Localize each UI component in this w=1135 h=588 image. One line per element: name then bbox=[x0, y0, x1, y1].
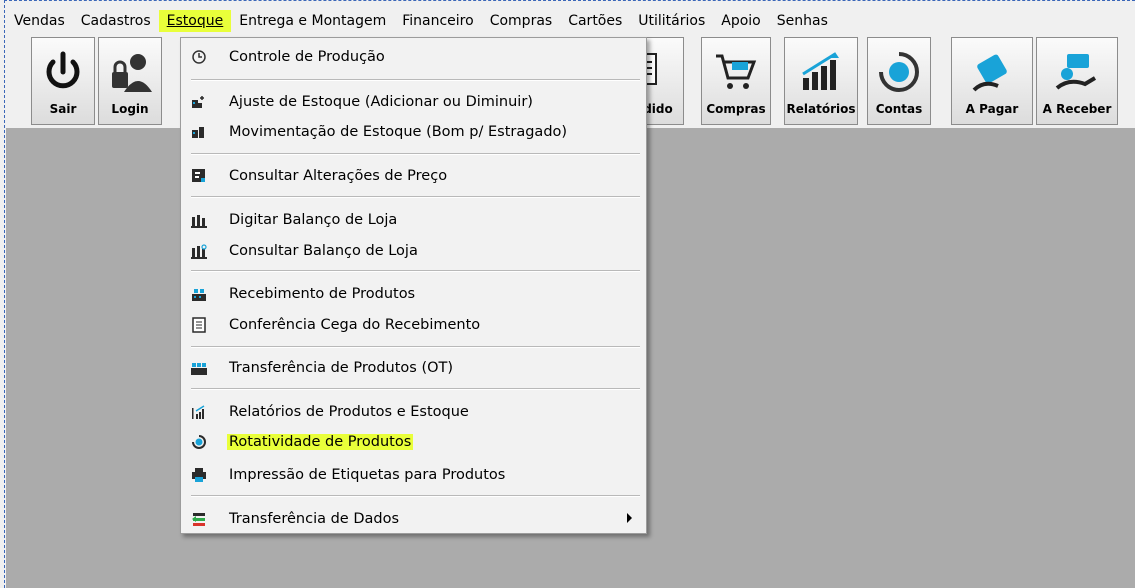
menu-item-label: Transferência de Dados bbox=[229, 511, 400, 527]
menu-item-label: Impressão de Etiquetas para Produtos bbox=[229, 467, 506, 483]
menu-item-label: Transferência de Produtos (OT) bbox=[229, 360, 454, 376]
menu-item-label: Ajuste de Estoque (Adicionar ou Diminuir… bbox=[229, 94, 533, 110]
login-button[interactable]: Login bbox=[98, 37, 162, 125]
menu-item-controle-producao[interactable]: Controle de Produção bbox=[181, 44, 646, 70]
pedido-label: dido bbox=[643, 102, 673, 116]
menu-financeiro[interactable]: Financeiro bbox=[394, 10, 481, 32]
menu-entrega-montagem[interactable]: Entrega e Montagem bbox=[231, 10, 394, 32]
menu-item-impressao-etiquetas[interactable]: Impressão de Etiquetas para Produtos bbox=[181, 462, 646, 488]
menu-item-label: Controle de Produção bbox=[229, 49, 385, 65]
menu-item-label: Relatórios de Produtos e Estoque bbox=[229, 404, 469, 420]
menu-cadastros[interactable]: Cadastros bbox=[73, 10, 159, 32]
a-pagar-label: A Pagar bbox=[965, 102, 1019, 116]
checklist-icon bbox=[192, 317, 206, 333]
a-pagar-button[interactable]: A Pagar bbox=[951, 37, 1033, 125]
menu-item-label-highlighted: Rotatividade de Produtos bbox=[227, 434, 414, 450]
data-transfer-icon bbox=[192, 513, 205, 526]
menu-apoio[interactable]: Apoio bbox=[713, 10, 768, 32]
a-receber-button[interactable]: A Receber bbox=[1036, 37, 1118, 125]
login-label: Login bbox=[111, 102, 149, 116]
menu-separator bbox=[191, 79, 640, 81]
window-border-left bbox=[4, 0, 5, 588]
menu-item-digitar-balanco[interactable]: Digitar Balanço de Loja bbox=[181, 207, 646, 233]
menu-item-transferencia-dados[interactable]: Transferência de Dados bbox=[181, 506, 646, 532]
contas-label: Contas bbox=[875, 102, 923, 116]
menu-item-label: Conferência Cega do Recebimento bbox=[229, 317, 481, 333]
menu-item-label: Consultar Balanço de Loja bbox=[229, 243, 418, 259]
menu-item-transferencia-produtos[interactable]: Transferência de Produtos (OT) bbox=[181, 355, 646, 381]
transfer-icon bbox=[191, 363, 207, 375]
pay-money-icon bbox=[972, 54, 1007, 92]
balance-search-icon bbox=[191, 244, 207, 259]
menu-separator bbox=[191, 346, 640, 348]
menu-separator bbox=[191, 196, 640, 198]
stock-move-icon bbox=[192, 127, 204, 138]
receive-icon bbox=[192, 289, 206, 301]
menu-senhas[interactable]: Senhas bbox=[769, 10, 836, 32]
menu-cartoes[interactable]: Cartões bbox=[560, 10, 630, 32]
menu-item-label: Digitar Balanço de Loja bbox=[229, 212, 398, 228]
price-icon bbox=[192, 169, 205, 182]
report-icon bbox=[192, 405, 205, 419]
window-border-top bbox=[4, 0, 1135, 1]
menu-utilitarios[interactable]: Utilitários bbox=[630, 10, 713, 32]
menu-separator bbox=[191, 495, 640, 497]
menu-separator bbox=[191, 270, 640, 272]
sair-button[interactable]: Sair bbox=[31, 37, 95, 125]
menu-item-recebimento-produtos[interactable]: Recebimento de Produtos bbox=[181, 281, 646, 307]
bar-chart-icon bbox=[802, 52, 839, 90]
compras-label: Compras bbox=[706, 102, 766, 116]
menu-estoque[interactable]: Estoque bbox=[158, 10, 232, 32]
menu-vendas[interactable]: Vendas bbox=[10, 10, 73, 32]
relatorios-button[interactable]: Relatórios bbox=[784, 37, 858, 125]
contas-button[interactable]: Contas bbox=[867, 37, 931, 125]
menu-item-label: Consultar Alterações de Preço bbox=[229, 168, 448, 184]
menu-item-consultar-alteracoes-preco[interactable]: Consultar Alterações de Preço bbox=[181, 163, 646, 189]
shopping-cart-icon bbox=[716, 54, 757, 89]
rotation-icon bbox=[192, 435, 206, 449]
stock-adjust-icon bbox=[192, 96, 204, 108]
estoque-dropdown-menu: Controle de Produção Ajuste de Estoque (… bbox=[180, 37, 647, 534]
menu-item-movimentacao-estoque[interactable]: Movimentação de Estoque (Bom p/ Estragad… bbox=[181, 119, 646, 145]
menu-separator bbox=[191, 153, 640, 155]
menu-item-label: Recebimento de Produtos bbox=[229, 286, 416, 302]
menu-item-rotatividade-produtos[interactable]: Rotatividade de Produtos bbox=[181, 429, 646, 455]
menu-item-relatorios-produtos[interactable]: Relatórios de Produtos e Estoque bbox=[181, 399, 646, 425]
menu-compras[interactable]: Compras bbox=[482, 10, 561, 32]
menu-item-conferencia-cega[interactable]: Conferência Cega do Recebimento bbox=[181, 312, 646, 338]
coin-cycle-icon bbox=[879, 52, 919, 92]
menu-item-consultar-balanco[interactable]: Consultar Balanço de Loja bbox=[181, 238, 646, 264]
clock-icon bbox=[192, 50, 206, 64]
power-icon bbox=[46, 51, 80, 89]
menu-item-ajuste-estoque[interactable]: Ajuste de Estoque (Adicionar ou Diminuir… bbox=[181, 89, 646, 115]
receive-money-icon bbox=[1055, 54, 1097, 90]
menu-item-label: Movimentação de Estoque (Bom p/ Estragad… bbox=[229, 124, 568, 140]
a-receber-label: A Receber bbox=[1042, 102, 1112, 116]
compras-button[interactable]: Compras bbox=[701, 37, 771, 125]
balance-icon bbox=[191, 215, 207, 228]
menu-bar: Vendas Cadastros Estoque Entrega e Monta… bbox=[10, 8, 1135, 34]
login-user-icon bbox=[112, 54, 152, 92]
submenu-arrow-icon bbox=[627, 513, 632, 523]
menu-separator bbox=[191, 388, 640, 390]
sair-label: Sair bbox=[49, 102, 77, 116]
relatorios-label: Relatórios bbox=[786, 102, 856, 116]
printer-icon bbox=[192, 468, 206, 482]
